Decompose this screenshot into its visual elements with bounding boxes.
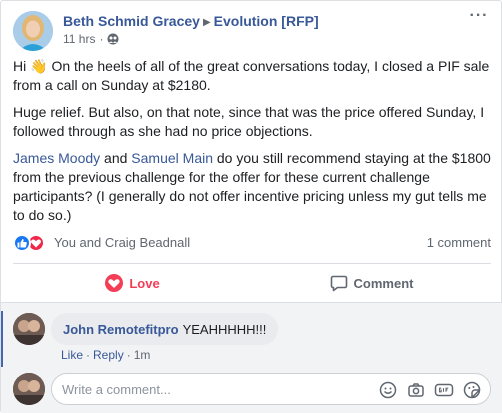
comment-button[interactable]: Comment — [252, 264, 491, 302]
post-body: Hi 👋 On the heels of all of the great co… — [13, 57, 491, 233]
reaction-icons[interactable] — [13, 234, 51, 252]
mention-samuel-main[interactable]: Samuel Main — [131, 150, 213, 166]
current-user-avatar[interactable] — [13, 373, 45, 405]
group-name-link[interactable]: Evolution [RFP] — [214, 13, 319, 29]
comment-composer — [51, 373, 491, 405]
camera-icon[interactable] — [406, 380, 426, 400]
gif-icon[interactable] — [434, 380, 454, 400]
comment-timestamp[interactable]: 1m — [134, 348, 151, 362]
post-paragraph-2: Huge relief. But also, on that note, sin… — [13, 104, 485, 139]
post-timestamp[interactable]: 11 hrs — [63, 32, 95, 46]
comment-reply-link[interactable]: Reply — [93, 348, 124, 362]
waving-hand-emoji-icon: 👋 — [30, 58, 48, 74]
love-button-label: Love — [129, 275, 160, 291]
comment-like-link[interactable]: Like — [61, 348, 83, 362]
comment-bubble-icon — [330, 275, 347, 292]
comment-input[interactable] — [62, 374, 362, 404]
new-comment-indicator — [1, 311, 3, 367]
sticker-icon[interactable] — [462, 380, 482, 400]
comments-section: John Remotefitpro YEAHHHHH!!! Like · Reply… — [1, 302, 502, 413]
shared-to-arrow-icon: ▶ — [202, 17, 211, 28]
comment-author-link[interactable]: John Remotefitpro — [63, 322, 179, 337]
author-avatar[interactable] — [13, 11, 53, 51]
composer-tools — [370, 380, 482, 400]
group-privacy-icon[interactable] — [107, 33, 119, 45]
post-author-line: Beth Schmid Gracey ▶ Evolution [RFP] — [63, 13, 319, 29]
commenter-avatar[interactable] — [13, 313, 45, 345]
comment-count-link[interactable]: 1 comment — [427, 235, 491, 250]
mention-james-moody[interactable]: James Moody — [13, 150, 100, 166]
post-actions: Love Comment — [13, 264, 491, 302]
heart-icon — [105, 274, 124, 292]
meta-separator: · — [99, 32, 104, 46]
post-meta: 11 hrs · — [63, 32, 119, 46]
comment-bubble: John Remotefitpro YEAHHHHH!!! — [51, 313, 279, 345]
feed-post: Beth Schmid Gracey ▶ Evolution [RFP] 11 hr… — [0, 0, 502, 413]
post-options-button[interactable]: ··· — [467, 8, 491, 29]
post-paragraph-3: James Moody and Samuel Main do you still… — [13, 150, 491, 223]
comment-button-label: Comment — [353, 275, 414, 291]
like-reaction-icon — [13, 234, 31, 252]
reactors-text[interactable]: You and Craig Beadnall — [54, 235, 190, 250]
post-paragraph-1: Hi 👋 On the heels of all of the great co… — [13, 58, 490, 93]
comment-text: YEAHHHHH!!! — [182, 321, 267, 337]
comment-actions: Like · Reply · 1m — [61, 348, 151, 362]
reactions-summary: You and Craig Beadnall 1 comment — [13, 233, 491, 253]
love-button[interactable]: Love — [13, 264, 252, 302]
author-name-link[interactable]: Beth Schmid Gracey — [63, 13, 200, 29]
post-header: Beth Schmid Gracey ▶ Evolution [RFP] 11 hr… — [13, 8, 491, 51]
emoji-icon[interactable] — [378, 380, 398, 400]
